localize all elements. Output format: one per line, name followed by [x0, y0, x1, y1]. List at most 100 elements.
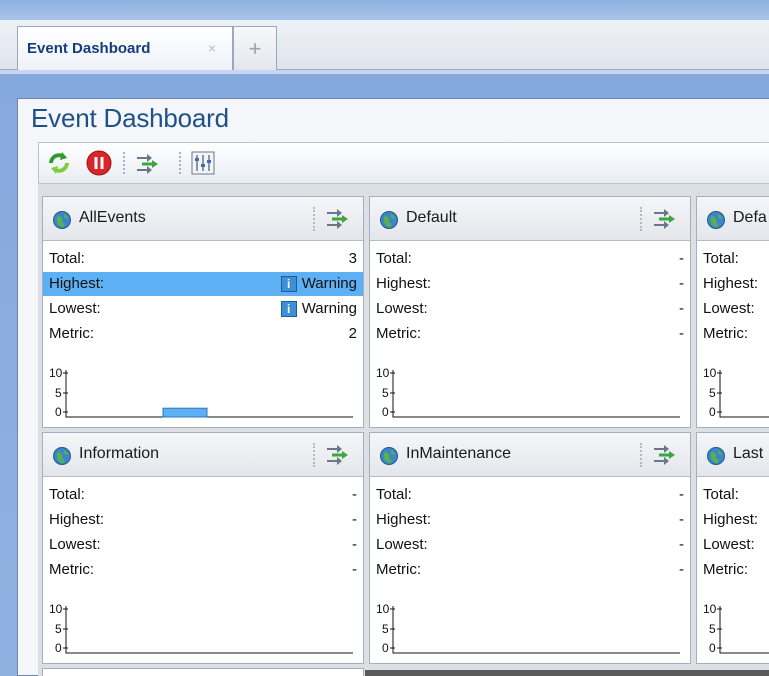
row-label: Metric:	[703, 325, 748, 342]
row-value: i Warning	[280, 272, 357, 296]
row-total[interactable]: Total:	[697, 483, 769, 507]
axis-tick-label: 0	[382, 405, 389, 419]
row-highest[interactable]: Highest:	[697, 272, 769, 296]
row-value: -	[352, 483, 357, 507]
row-value-text: -	[352, 536, 357, 553]
row-value-text: 3	[348, 250, 357, 267]
row-total[interactable]: Total: 3	[43, 247, 363, 271]
info-icon: i	[280, 276, 297, 292]
row-value-text: 2	[348, 325, 357, 342]
card-header: Last	[697, 433, 769, 477]
mini-chart: 10 5 0	[49, 366, 353, 419]
transfer-icon[interactable]	[650, 442, 678, 468]
row-metric[interactable]: Metric: -	[370, 322, 690, 346]
mini-chart: 10 5 0	[49, 602, 353, 655]
row-total[interactable]: Total: -	[370, 247, 690, 271]
transfer-icon[interactable]	[323, 442, 351, 468]
transfer-icon[interactable]	[650, 206, 678, 232]
new-tab-button[interactable]: +	[233, 26, 277, 70]
tab-label: Event Dashboard	[27, 40, 151, 57]
chart-axis	[65, 606, 353, 654]
row-value-text: -	[679, 275, 684, 292]
card-header-separator	[313, 443, 315, 467]
globe-icon	[53, 447, 71, 465]
row-highest[interactable]: Highest: -	[43, 508, 363, 532]
row-metric[interactable]: Metric: 2	[43, 322, 363, 346]
row-lowest[interactable]: Lowest:	[697, 297, 769, 321]
globe-icon	[53, 211, 71, 229]
row-value: -	[679, 247, 684, 271]
row-label: Highest:	[49, 511, 105, 528]
row-value-text: Warning	[301, 300, 357, 317]
row-label: Highest:	[703, 275, 759, 292]
row-label: Metric:	[376, 325, 421, 342]
row-label: Metric:	[49, 325, 94, 342]
row-lowest[interactable]: Lowest: -	[370, 533, 690, 557]
row-value-text: -	[679, 325, 684, 342]
row-value: i Warning	[280, 297, 357, 321]
row-label: Highest:	[376, 511, 432, 528]
row-total[interactable]: Total: -	[370, 483, 690, 507]
row-value: -	[679, 272, 684, 296]
row-highest[interactable]: Highest: i Warning	[43, 272, 363, 296]
toolbar-separator	[179, 152, 181, 174]
row-value-text: -	[679, 536, 684, 553]
row-total[interactable]: Total:	[697, 247, 769, 271]
mini-chart: 10 5 0	[703, 366, 769, 419]
globe-icon	[707, 447, 725, 465]
row-value: -	[679, 483, 684, 507]
mini-chart: 10 5 0	[703, 602, 769, 655]
globe-icon	[707, 211, 725, 229]
card-header: Defa	[697, 197, 769, 241]
refresh-icon[interactable]	[45, 149, 73, 177]
row-lowest[interactable]: Lowest: i Warning	[43, 297, 363, 321]
globe-icon	[380, 447, 398, 465]
row-lowest[interactable]: Lowest: -	[43, 533, 363, 557]
axis-tick-label: 5	[709, 622, 716, 636]
monitor-card: AllEvents Total: 3 Highest: i Warning Lowest: i…	[42, 196, 364, 428]
row-value: -	[352, 533, 357, 557]
axis-tick-label: 0	[55, 641, 62, 655]
row-metric[interactable]: Metric: -	[370, 558, 690, 582]
axis-tick-label: 0	[55, 405, 62, 419]
row-metric[interactable]: Metric:	[697, 322, 769, 346]
transfer-icon[interactable]	[133, 149, 161, 177]
monitor-card-partial	[42, 668, 364, 676]
info-icon: i	[280, 301, 297, 317]
transfer-icon[interactable]	[323, 206, 351, 232]
row-value: 3	[349, 247, 357, 271]
close-icon[interactable]: ×	[208, 40, 216, 56]
row-metric[interactable]: Metric: -	[43, 558, 363, 582]
row-value: -	[679, 322, 684, 346]
row-value-text: -	[679, 486, 684, 503]
app-window: { "tabs": [{"label": "Event Dashboard", …	[0, 0, 769, 676]
card-header: InMaintenance	[370, 433, 690, 477]
axis-tick-label: 10	[703, 366, 717, 380]
scrollbar-track[interactable]	[365, 670, 769, 676]
chart-axis	[392, 370, 680, 418]
row-label: Total:	[49, 486, 85, 503]
settings-sliders-icon[interactable]	[189, 149, 217, 177]
card-title: AllEvents	[79, 209, 146, 226]
row-highest[interactable]: Highest: -	[370, 272, 690, 296]
card-title: Last	[733, 445, 764, 462]
row-label: Total:	[703, 250, 739, 267]
stop-icon[interactable]	[85, 149, 113, 177]
monitor-card: Default Total: - Highest: - Lowest: - Metric: - 1…	[369, 196, 691, 428]
axis-tick-label: 5	[55, 622, 62, 636]
row-lowest[interactable]: Lowest: -	[370, 297, 690, 321]
row-metric[interactable]: Metric:	[697, 558, 769, 582]
row-lowest[interactable]: Lowest:	[697, 533, 769, 557]
row-highest[interactable]: Highest: -	[370, 508, 690, 532]
row-value-text: -	[352, 511, 357, 528]
row-label: Total:	[376, 250, 412, 267]
monitor-card: Information Total: - Highest: - Lowest: - Metri…	[42, 432, 364, 664]
card-header-separator	[313, 207, 315, 231]
row-label: Metric:	[703, 561, 748, 578]
row-total[interactable]: Total: -	[43, 483, 363, 507]
row-highest[interactable]: Highest:	[697, 508, 769, 532]
axis-tick-label: 5	[382, 386, 389, 400]
tab-event-dashboard[interactable]: Event Dashboard ×	[17, 26, 233, 70]
axis-tick-label: 10	[376, 602, 390, 616]
axis-tick-label: 5	[709, 386, 716, 400]
